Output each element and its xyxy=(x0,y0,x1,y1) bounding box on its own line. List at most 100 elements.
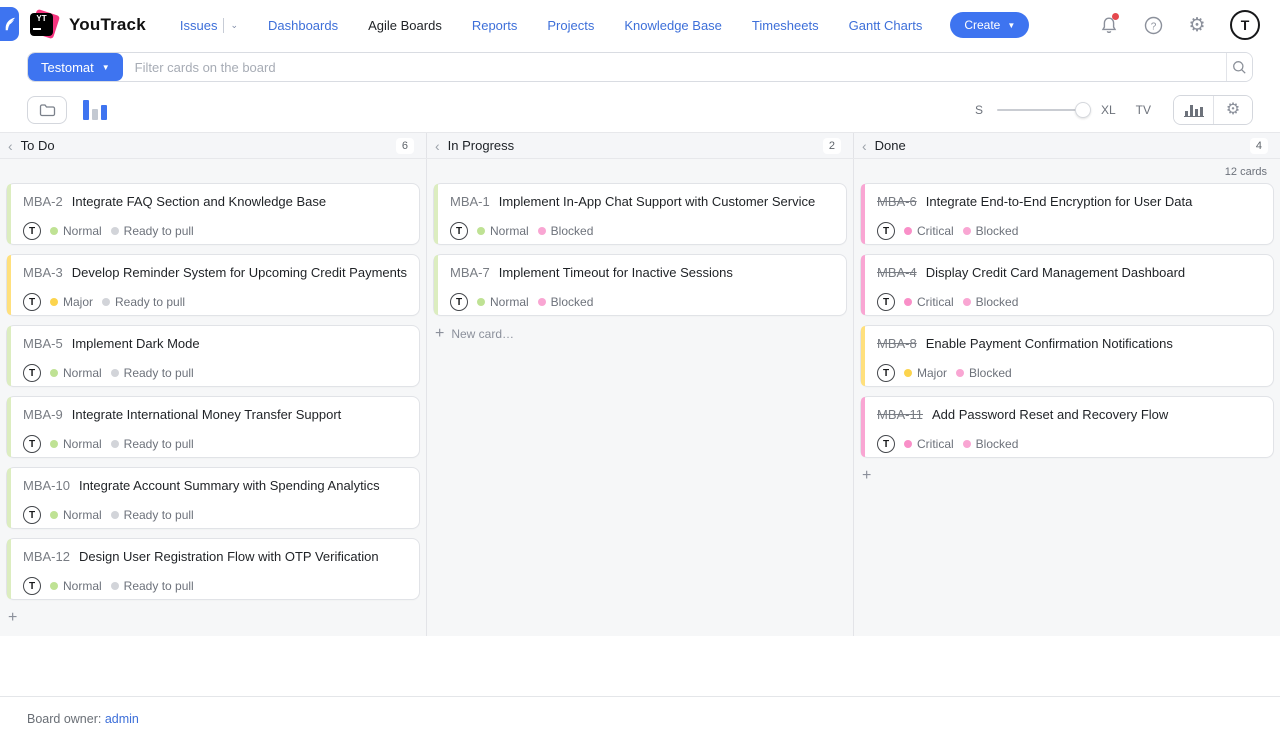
state-tag[interactable]: Ready to pull xyxy=(111,366,194,380)
collapse-column-icon[interactable]: ‹ xyxy=(8,138,13,154)
priority-tag[interactable]: Normal xyxy=(477,295,529,309)
card-size-slider[interactable] xyxy=(997,102,1087,118)
assignee-avatar[interactable]: T xyxy=(450,222,468,240)
sprints-button[interactable] xyxy=(27,96,67,124)
card-title[interactable]: Integrate International Money Transfer S… xyxy=(72,407,342,422)
tv-mode-button[interactable]: TV xyxy=(1136,103,1151,117)
state-tag[interactable]: Blocked xyxy=(963,295,1019,309)
assignee-avatar[interactable]: T xyxy=(877,435,895,453)
state-tag[interactable]: Blocked xyxy=(956,366,1012,380)
card-mba-2[interactable]: MBA-2 Integrate FAQ Section and Knowledge… xyxy=(6,183,420,245)
card-title[interactable]: Implement Dark Mode xyxy=(72,336,200,351)
state-tag[interactable]: Blocked xyxy=(963,224,1019,238)
new-card-button[interactable]: + xyxy=(860,467,1274,485)
card-mba-3[interactable]: MBA-3 Develop Reminder System for Upcomin… xyxy=(6,254,420,316)
assignee-avatar[interactable]: T xyxy=(877,364,895,382)
nav-item-gantt-charts[interactable]: Gantt Charts xyxy=(849,18,923,33)
user-avatar[interactable]: T xyxy=(1230,10,1260,40)
statistics-button[interactable] xyxy=(1174,96,1213,124)
priority-tag[interactable]: Normal xyxy=(50,437,102,451)
card-mba-10[interactable]: MBA-10 Integrate Account Summary with Spe… xyxy=(6,467,420,529)
card-mba-7[interactable]: MBA-7 Implement Timeout for Inactive Sess… xyxy=(433,254,847,316)
assignee-avatar[interactable]: T xyxy=(23,364,41,382)
assignee-avatar[interactable]: T xyxy=(23,435,41,453)
card-mba-4[interactable]: MBA-4 Display Credit Card Management Dash… xyxy=(860,254,1274,316)
new-card-button[interactable]: + xyxy=(6,609,420,627)
nav-item-projects[interactable]: Projects xyxy=(547,18,594,33)
card-id[interactable]: MBA-5 xyxy=(23,336,63,351)
priority-tag[interactable]: Critical xyxy=(904,224,954,238)
card-id[interactable]: MBA-12 xyxy=(23,549,70,564)
card-id[interactable]: MBA-2 xyxy=(23,194,63,209)
card-title[interactable]: Add Password Reset and Recovery Flow xyxy=(932,407,1168,422)
chevron-down-icon[interactable]: ⌄ xyxy=(230,20,238,31)
card-id[interactable]: MBA-11 xyxy=(877,407,923,422)
collapse-column-icon[interactable]: ‹ xyxy=(862,138,867,154)
priority-tag[interactable]: Normal xyxy=(50,579,102,593)
card-title[interactable]: Design User Registration Flow with OTP V… xyxy=(79,549,379,564)
assignee-avatar[interactable]: T xyxy=(23,577,41,595)
card-id[interactable]: MBA-1 xyxy=(450,194,490,209)
slider-handle[interactable] xyxy=(1075,102,1091,118)
assignee-avatar[interactable]: T xyxy=(877,222,895,240)
priority-tag[interactable]: Major xyxy=(50,295,93,309)
priority-tag[interactable]: Normal xyxy=(50,508,102,522)
card-title[interactable]: Integrate Account Summary with Spending … xyxy=(79,478,380,493)
card-mba-8[interactable]: MBA-8 Enable Payment Confirmation Notific… xyxy=(860,325,1274,387)
nav-item-issues[interactable]: Issues xyxy=(180,18,218,33)
collapse-column-icon[interactable]: ‹ xyxy=(435,138,440,154)
state-tag[interactable]: Blocked xyxy=(963,437,1019,451)
new-card-button[interactable]: +New card… xyxy=(433,325,847,343)
card-mba-9[interactable]: MBA-9 Integrate International Money Trans… xyxy=(6,396,420,458)
assignee-avatar[interactable]: T xyxy=(450,293,468,311)
notifications-button[interactable] xyxy=(1098,14,1120,36)
board-selector-button[interactable]: Testomat ▼ xyxy=(28,53,123,81)
assignee-avatar[interactable]: T xyxy=(877,293,895,311)
state-tag[interactable]: Blocked xyxy=(538,295,594,309)
card-id[interactable]: MBA-6 xyxy=(877,194,917,209)
card-title[interactable]: Display Credit Card Management Dashboard xyxy=(926,265,1185,280)
assignee-avatar[interactable]: T xyxy=(23,293,41,311)
card-id[interactable]: MBA-7 xyxy=(450,265,490,280)
settings-button[interactable]: ⚙ xyxy=(1186,14,1208,36)
help-button[interactable]: ? xyxy=(1142,14,1164,36)
card-id[interactable]: MBA-9 xyxy=(23,407,63,422)
state-tag[interactable]: Ready to pull xyxy=(111,437,194,451)
card-id[interactable]: MBA-4 xyxy=(877,265,917,280)
card-title[interactable]: Enable Payment Confirmation Notification… xyxy=(926,336,1173,351)
priority-tag[interactable]: Critical xyxy=(904,295,954,309)
card-mba-6[interactable]: MBA-6 Integrate End-to-End Encryption for… xyxy=(860,183,1274,245)
card-id[interactable]: MBA-10 xyxy=(23,478,70,493)
chart-view-toggle[interactable] xyxy=(83,100,107,120)
search-button[interactable] xyxy=(1226,53,1252,81)
card-id[interactable]: MBA-8 xyxy=(877,336,917,351)
state-tag[interactable]: Ready to pull xyxy=(102,295,185,309)
assignee-avatar[interactable]: T xyxy=(23,222,41,240)
card-title[interactable]: Integrate FAQ Section and Knowledge Base xyxy=(72,194,326,209)
filter-cards-input[interactable] xyxy=(123,53,1226,81)
card-title[interactable]: Integrate End-to-End Encryption for User… xyxy=(926,194,1193,209)
priority-tag[interactable]: Normal xyxy=(50,366,102,380)
board-settings-button[interactable]: ⚙ xyxy=(1213,96,1252,124)
card-mba-1[interactable]: MBA-1 Implement In-App Chat Support with … xyxy=(433,183,847,245)
priority-tag[interactable]: Critical xyxy=(904,437,954,451)
create-button[interactable]: Create ▼ xyxy=(950,12,1029,38)
card-title[interactable]: Implement In-App Chat Support with Custo… xyxy=(499,194,815,209)
nav-item-agile-boards[interactable]: Agile Boards xyxy=(368,18,442,33)
browser-extension-tab[interactable] xyxy=(0,7,19,41)
nav-item-knowledge-base[interactable]: Knowledge Base xyxy=(624,18,722,33)
priority-tag[interactable]: Normal xyxy=(50,224,102,238)
card-title[interactable]: Implement Timeout for Inactive Sessions xyxy=(499,265,733,280)
state-tag[interactable]: Blocked xyxy=(538,224,594,238)
priority-tag[interactable]: Major xyxy=(904,366,947,380)
nav-item-reports[interactable]: Reports xyxy=(472,18,518,33)
youtrack-logo[interactable]: YT YouTrack xyxy=(30,10,146,40)
nav-item-timesheets[interactable]: Timesheets xyxy=(752,18,819,33)
card-title[interactable]: Develop Reminder System for Upcoming Cre… xyxy=(72,265,407,280)
state-tag[interactable]: Ready to pull xyxy=(111,224,194,238)
card-id[interactable]: MBA-3 xyxy=(23,265,63,280)
card-mba-11[interactable]: MBA-11 Add Password Reset and Recovery Fl… xyxy=(860,396,1274,458)
card-mba-12[interactable]: MBA-12 Design User Registration Flow with… xyxy=(6,538,420,600)
state-tag[interactable]: Ready to pull xyxy=(111,579,194,593)
board-owner-link[interactable]: admin xyxy=(105,712,139,726)
